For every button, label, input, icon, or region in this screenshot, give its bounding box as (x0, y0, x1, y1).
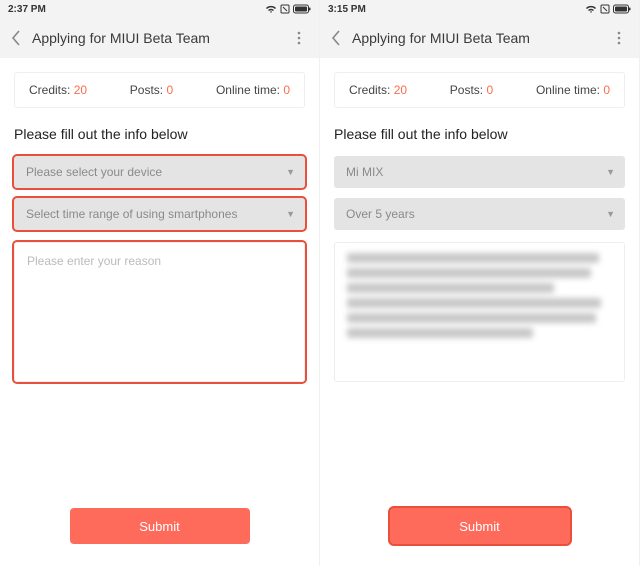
form-content: Credits: 20 Posts: 0 Online time: 0 Plea… (0, 58, 319, 490)
form-prompt: Please fill out the info below (14, 126, 305, 142)
time-range-select-label: Select time range of using smartphones (26, 207, 237, 221)
footer: Submit (320, 490, 639, 566)
device-select[interactable]: Please select your device ▼ (14, 156, 305, 188)
time-range-select[interactable]: Over 5 years ▼ (334, 198, 625, 230)
stat-online: Online time: 0 (536, 83, 610, 97)
mute-icon (600, 4, 610, 14)
device-select-label: Mi MIX (346, 165, 383, 179)
submit-button[interactable]: Submit (70, 508, 250, 544)
page-title: Applying for MIUI Beta Team (28, 30, 287, 46)
reason-textarea[interactable]: Please enter your reason (14, 242, 305, 382)
mute-icon (280, 4, 290, 14)
time-range-select[interactable]: Select time range of using smartphones ▼ (14, 198, 305, 230)
status-icons (265, 4, 311, 14)
form-content: Credits: 20 Posts: 0 Online time: 0 Plea… (320, 58, 639, 490)
wifi-icon (265, 4, 277, 14)
time-range-select-label: Over 5 years (346, 207, 415, 221)
battery-icon (293, 4, 311, 14)
device-select-label: Please select your device (26, 165, 162, 179)
overflow-menu-button[interactable] (287, 26, 311, 50)
title-bar: Applying for MIUI Beta Team (320, 18, 639, 58)
stat-posts: Posts: 0 (130, 83, 173, 97)
stats-card: Credits: 20 Posts: 0 Online time: 0 (334, 72, 625, 108)
stat-credits: Credits: 20 (29, 83, 87, 97)
status-time: 2:37 PM (8, 4, 46, 15)
more-vertical-icon (297, 31, 301, 45)
page-title: Applying for MIUI Beta Team (348, 30, 607, 46)
status-bar: 2:37 PM (0, 0, 319, 18)
title-bar: Applying for MIUI Beta Team (0, 18, 319, 58)
phone-right: 3:15 PM Applying for MIUI Beta Team Cred… (320, 0, 640, 566)
device-select[interactable]: Mi MIX ▼ (334, 156, 625, 188)
chevron-left-icon (11, 30, 21, 46)
more-vertical-icon (617, 31, 621, 45)
form-prompt: Please fill out the info below (334, 126, 625, 142)
overflow-menu-button[interactable] (607, 26, 631, 50)
redacted-reason-text (347, 253, 612, 338)
footer: Submit (0, 490, 319, 566)
battery-icon (613, 4, 631, 14)
status-bar: 3:15 PM (320, 0, 639, 18)
chevron-down-icon: ▼ (606, 209, 615, 219)
status-time: 3:15 PM (328, 4, 366, 15)
back-button[interactable] (4, 26, 28, 50)
status-icons (585, 4, 631, 14)
back-button[interactable] (324, 26, 348, 50)
submit-button[interactable]: Submit (390, 508, 570, 544)
stats-card: Credits: 20 Posts: 0 Online time: 0 (14, 72, 305, 108)
stat-posts: Posts: 0 (450, 83, 493, 97)
reason-textarea[interactable] (334, 242, 625, 382)
chevron-down-icon: ▼ (286, 209, 295, 219)
stat-online: Online time: 0 (216, 83, 290, 97)
reason-placeholder: Please enter your reason (27, 254, 161, 268)
stat-credits: Credits: 20 (349, 83, 407, 97)
chevron-left-icon (331, 30, 341, 46)
phone-left: 2:37 PM Applying for MIUI Beta Team Cred… (0, 0, 320, 566)
chevron-down-icon: ▼ (286, 167, 295, 177)
chevron-down-icon: ▼ (606, 167, 615, 177)
wifi-icon (585, 4, 597, 14)
